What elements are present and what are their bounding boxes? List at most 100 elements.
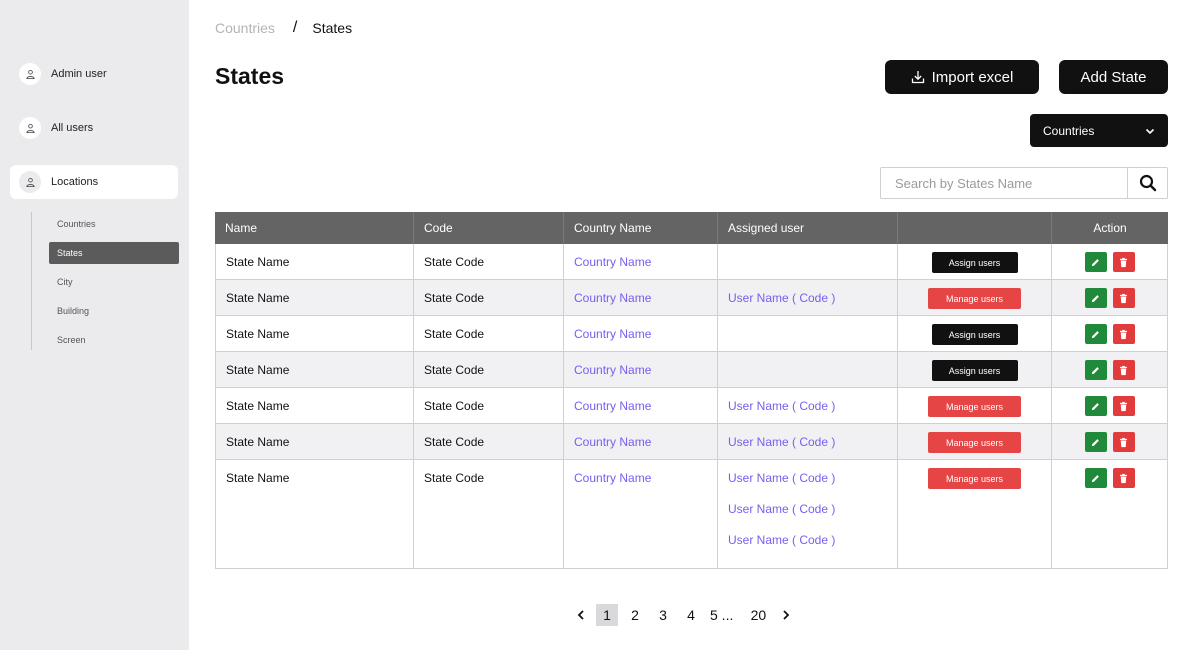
manage-users-button[interactable]: Manage users [928,396,1021,417]
users-action-cell: Assign users [897,244,1051,279]
sidebar-item-label: All users [51,122,94,134]
user-icon [19,63,41,85]
table-row: State Name State Code Country Name Assig… [215,316,1168,352]
delete-button[interactable] [1112,468,1135,488]
state-code-cell: State Code [413,316,563,351]
column-header-assigned-user: Assigned user [717,212,897,244]
trash-icon [1120,257,1127,267]
table-row: State Name State Code Country Name User … [215,280,1168,316]
edit-button[interactable] [1084,432,1107,452]
country-name-link[interactable]: Country Name [574,255,717,269]
pencil-icon [1091,294,1099,302]
page-20[interactable]: 20 [747,604,769,626]
page-3[interactable]: 3 [652,604,674,626]
pencil-icon [1091,258,1099,266]
page-1[interactable]: 1 [596,604,618,626]
state-code-cell: State Code [413,388,563,423]
delete-button[interactable] [1112,360,1135,380]
assigned-user-link[interactable]: User Name ( Code ) [728,399,897,413]
table-row: State Name State Code Country Name Assig… [215,352,1168,388]
sidebar-item-locations[interactable]: Locations [10,165,178,199]
country-name-link[interactable]: Country Name [574,471,717,485]
manage-users-button[interactable]: Manage users [928,288,1021,309]
search-button[interactable] [1127,168,1167,198]
page-2[interactable]: 2 [624,604,646,626]
state-name-cell: State Name [215,316,413,351]
edit-button[interactable] [1084,468,1107,488]
page-4[interactable]: 4 [680,604,702,626]
users-action-cell: Manage users [897,388,1051,423]
delete-button[interactable] [1112,432,1135,452]
edit-button[interactable] [1084,360,1107,380]
assigned-user-link[interactable]: User Name ( Code ) [728,435,897,449]
add-state-button[interactable]: Add State [1059,60,1168,94]
assign-users-button[interactable]: Assign users [931,360,1018,381]
chevron-right-icon [783,610,790,620]
dropdown-value: Countries [1043,123,1095,138]
manage-users-button[interactable]: Manage users [928,468,1021,489]
delete-button[interactable] [1112,324,1135,344]
pencil-icon [1091,330,1099,338]
assigned-user-cell: User Name ( Code ) [717,424,897,459]
assigned-user-cell [717,244,897,279]
country-name-link[interactable]: Country Name [574,327,717,341]
user-icon [19,171,41,193]
assigned-user-link[interactable]: User Name ( Code ) [728,502,897,516]
search-input[interactable] [881,168,1127,198]
next-page-button[interactable] [779,604,793,626]
subnav-item-city[interactable]: City [49,271,179,293]
column-header-code: Code [413,212,563,244]
state-code-cell: State Code [413,424,563,459]
delete-button[interactable] [1112,396,1135,416]
breadcrumb-parent[interactable]: Countries [215,20,275,36]
edit-button[interactable] [1084,288,1107,308]
column-header-action: Action [1051,212,1168,244]
delete-button[interactable] [1112,252,1135,272]
edit-button[interactable] [1084,252,1107,272]
action-cell [1051,424,1168,459]
action-cell [1051,280,1168,315]
page-title: States [215,63,285,89]
import-excel-button[interactable]: Import excel [885,60,1039,94]
assigned-user-link[interactable]: User Name ( Code ) [728,471,897,485]
subnav-item-states[interactable]: States [49,242,179,264]
trash-icon [1120,401,1127,411]
edit-button[interactable] [1084,324,1107,344]
assign-users-button[interactable]: Assign users [931,252,1018,273]
sidebar: Admin user All users Locations Countries… [0,0,189,650]
state-code-cell: State Code [413,352,563,387]
country-name-link[interactable]: Country Name [574,291,717,305]
subnav-item-building[interactable]: Building [49,300,179,322]
state-name-cell: State Name [215,460,413,568]
state-name-cell: State Name [215,388,413,423]
country-name-link[interactable]: Country Name [574,435,717,449]
state-name-cell: State Name [215,244,413,279]
users-action-cell: Assign users [897,316,1051,351]
assigned-user-cell [717,352,897,387]
country-name-link[interactable]: Country Name [574,363,717,377]
edit-button[interactable] [1084,396,1107,416]
locations-subnav: Countries States City Building Screen [31,212,181,350]
assigned-user-link[interactable]: User Name ( Code ) [728,533,897,547]
state-code-cell: State Code [413,280,563,315]
trash-icon [1120,329,1127,339]
users-action-cell: Assign users [897,352,1051,387]
download-icon [911,71,924,84]
prev-page-button[interactable] [574,604,588,626]
table-row: State Name State Code Country Name User … [215,388,1168,424]
subnav-item-screen[interactable]: Screen [49,329,179,351]
sidebar-item-admin-user[interactable]: Admin user [10,57,178,91]
sidebar-item-all-users[interactable]: All users [10,111,178,145]
country-name-link[interactable]: Country Name [574,399,717,413]
page-5[interactable]: 5 ... [710,604,733,626]
subnav-item-countries[interactable]: Countries [49,213,179,235]
pencil-icon [1091,438,1099,446]
countries-dropdown[interactable]: Countries [1030,114,1168,147]
manage-users-button[interactable]: Manage users [928,432,1021,453]
trash-icon [1120,293,1127,303]
assigned-user-link[interactable]: User Name ( Code ) [728,291,897,305]
assign-users-button[interactable]: Assign users [931,324,1018,345]
table-header: Name Code Country Name Assigned user Act… [215,212,1168,244]
states-table: Name Code Country Name Assigned user Act… [215,212,1168,569]
delete-button[interactable] [1112,288,1135,308]
